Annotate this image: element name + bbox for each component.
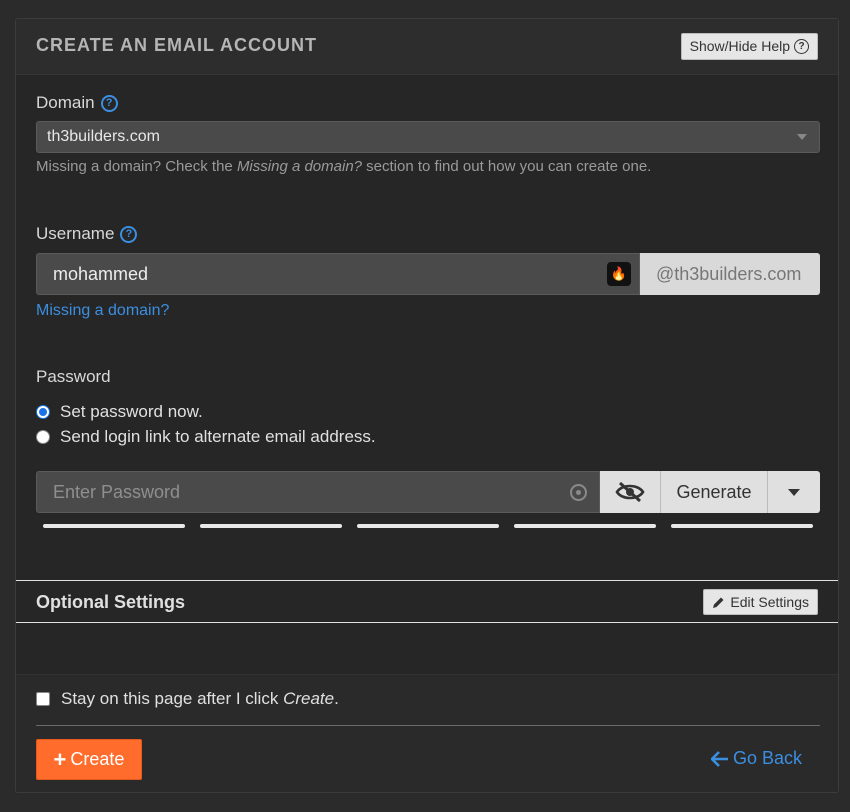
password-input[interactable]: Enter Password xyxy=(36,471,600,513)
missing-domain-link[interactable]: Missing a domain? xyxy=(36,302,169,320)
password-input-group: Enter Password Generate xyxy=(36,471,820,513)
stay-on-page-option[interactable]: Stay on this page after I click Create. xyxy=(36,689,339,709)
section-divider xyxy=(16,622,838,623)
footer-divider xyxy=(36,725,820,726)
stay-prefix: Stay on this page after I click xyxy=(61,689,284,708)
create-email-panel: CREATE AN EMAIL ACCOUNT Show/Hide Help ?… xyxy=(15,18,839,793)
domain-select-value: th3builders.com xyxy=(47,128,160,145)
password-placeholder: Enter Password xyxy=(53,482,181,502)
send-link-radio[interactable] xyxy=(36,430,50,444)
plus-icon: + xyxy=(53,746,67,772)
eye-slash-icon xyxy=(615,481,645,503)
strength-bar-segment xyxy=(357,524,499,528)
domain-help-icon[interactable]: ? xyxy=(100,94,118,112)
pencil-icon xyxy=(713,597,724,608)
strength-bar-segment xyxy=(514,524,656,528)
create-label: Create xyxy=(70,749,125,769)
set-password-label: Set password now. xyxy=(60,402,203,421)
help-button-label: Show/Hide Help xyxy=(689,38,790,54)
send-link-label: Send login link to alternate email addre… xyxy=(60,427,376,446)
form-footer: Stay on this page after I click Create. … xyxy=(16,674,838,792)
domain-help-em: Missing a domain? xyxy=(236,158,362,175)
strength-bar-segment xyxy=(43,524,185,528)
strength-bar-segment xyxy=(200,524,342,528)
go-back-label: Go Back xyxy=(732,748,802,768)
stay-em: Create xyxy=(283,689,335,708)
domain-label-row: Domain ? xyxy=(36,93,118,113)
username-input-group: mohammed 🔥 @th3builders.com xyxy=(36,253,820,295)
stay-suffix: . xyxy=(334,689,339,708)
question-circle-icon: ? xyxy=(794,39,809,54)
toggle-visibility-button[interactable] xyxy=(600,471,660,513)
password-label-text: Password xyxy=(36,367,111,386)
arrow-left-icon xyxy=(710,750,728,767)
domain-label: Domain xyxy=(36,93,95,112)
generate-password-button[interactable]: Generate xyxy=(660,471,767,513)
key-icon[interactable] xyxy=(570,484,587,501)
username-help-icon[interactable]: ? xyxy=(120,225,138,243)
stay-on-page-checkbox[interactable] xyxy=(36,692,50,706)
panel-header: CREATE AN EMAIL ACCOUNT Show/Hide Help ? xyxy=(16,19,838,75)
page-title: CREATE AN EMAIL ACCOUNT xyxy=(36,35,317,55)
send-login-link-option[interactable]: Send login link to alternate email addre… xyxy=(36,427,376,447)
username-input[interactable]: mohammed 🔥 xyxy=(36,253,640,295)
domain-help-text: Missing a domain? Check the Missing a do… xyxy=(36,158,651,175)
optional-settings-title: Optional Settings xyxy=(36,592,186,612)
set-password-radio[interactable] xyxy=(36,405,50,419)
show-hide-help-button[interactable]: Show/Hide Help ? xyxy=(680,33,818,60)
domain-help-suffix: section to find out how you can create o… xyxy=(362,158,652,175)
stay-on-page-label: Stay on this page after I click Create. xyxy=(61,689,339,709)
username-value: mohammed xyxy=(53,264,149,284)
username-label: Username xyxy=(36,224,115,243)
section-divider xyxy=(16,580,838,581)
go-back-link[interactable]: Go Back xyxy=(710,748,802,769)
caret-down-icon xyxy=(788,488,800,496)
set-password-now-option[interactable]: Set password now. xyxy=(36,402,203,422)
create-button[interactable]: + Create xyxy=(36,739,142,780)
domain-help-prefix: Missing a domain? Check the xyxy=(36,158,237,175)
chevron-down-icon xyxy=(797,134,807,140)
edit-settings-button[interactable]: Edit Settings xyxy=(703,589,818,615)
username-label-row: Username ? xyxy=(36,224,138,244)
domain-select[interactable]: th3builders.com xyxy=(36,121,820,153)
username-domain-suffix: @th3builders.com xyxy=(640,253,820,295)
generate-options-dropdown[interactable] xyxy=(767,471,820,513)
password-manager-extension-icon[interactable]: 🔥 xyxy=(607,262,631,286)
strength-bar-segment xyxy=(671,524,813,528)
edit-settings-label: Edit Settings xyxy=(730,594,809,610)
password-label: Password xyxy=(36,367,111,387)
